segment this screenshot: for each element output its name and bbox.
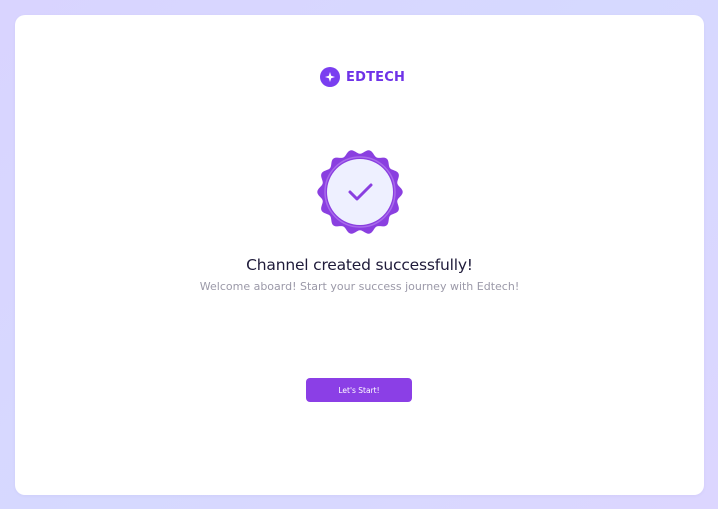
success-card: EDTECH Channel created successfully! Wel… xyxy=(15,15,704,495)
success-subtitle: Welcome aboard! Start your success journ… xyxy=(199,280,520,293)
success-title: Channel created successfully! xyxy=(246,256,473,274)
checkmark-badge-icon xyxy=(316,148,404,236)
brand-name: EDTECH xyxy=(346,69,406,85)
brand-header: EDTECH xyxy=(320,67,405,87)
sparkle-icon xyxy=(320,67,340,87)
lets-start-button[interactable]: Let's Start! xyxy=(306,378,412,402)
